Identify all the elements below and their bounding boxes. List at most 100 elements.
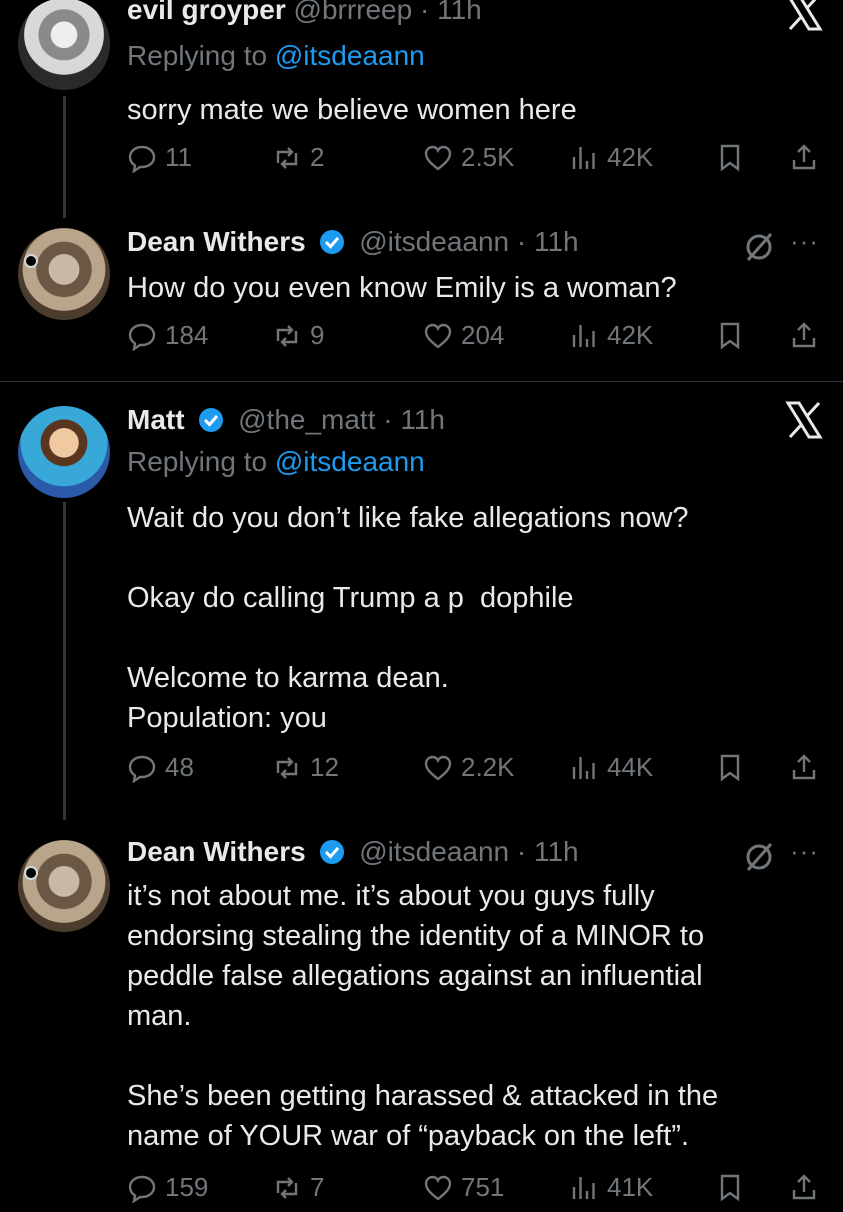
views-icon — [572, 756, 595, 779]
post-header: Dean Withers @itsdeaann · 11h — [127, 836, 579, 868]
bookmark-icon — [720, 144, 740, 172]
author-name[interactable]: evil groyper — [127, 0, 286, 25]
views-button[interactable]: 44K — [569, 752, 653, 783]
avatar[interactable] — [18, 840, 110, 932]
like-button[interactable]: 204 — [423, 320, 504, 351]
like-button[interactable]: 2.2K — [423, 752, 515, 783]
text-line: Wait do you don’t like fake allegations … — [127, 502, 689, 534]
post-text: Wait do you don’t like fake allegations … — [127, 498, 807, 738]
views-icon — [572, 1176, 595, 1199]
replying-to-link[interactable]: @itsdeaann — [275, 446, 425, 477]
like-icon — [424, 1175, 452, 1201]
post-dean-withers-1[interactable]: Dean Withers @itsdeaann · 11h ··· How do… — [0, 220, 843, 380]
share-icon — [792, 322, 816, 348]
repost-button[interactable]: 12 — [272, 752, 339, 783]
reply-count: 48 — [165, 752, 194, 782]
action-bar: 11 2 2.5K 42K — [127, 142, 827, 182]
reply-count: 159 — [165, 1172, 209, 1202]
views-button[interactable]: 42K — [569, 142, 653, 173]
bookmark-button[interactable] — [715, 752, 753, 782]
thread-line — [63, 502, 66, 820]
more-options-icon[interactable]: ··· — [790, 836, 819, 867]
post-dean-withers-2[interactable]: Dean Withers @itsdeaann · 11h ··· it’s n… — [0, 830, 843, 1203]
divider — [0, 381, 843, 382]
avatar[interactable] — [18, 406, 110, 498]
share-button[interactable] — [789, 142, 827, 172]
replying-to-link[interactable]: @itsdeaann — [275, 40, 425, 71]
share-icon — [792, 144, 816, 170]
more-options-icon[interactable]: ··· — [790, 226, 819, 257]
like-button[interactable]: 751 — [423, 1172, 504, 1203]
bookmark-button[interactable] — [715, 320, 753, 350]
like-button[interactable]: 2.5K — [423, 142, 515, 173]
post-header: Matt @the_matt · 11h — [127, 404, 445, 436]
bookmark-button[interactable] — [715, 142, 753, 172]
like-icon — [424, 145, 452, 171]
share-button[interactable] — [789, 752, 827, 782]
bookmark-button[interactable] — [715, 1172, 753, 1202]
grok-icon[interactable] — [742, 230, 776, 264]
reply-icon — [128, 755, 156, 783]
reply-button[interactable]: 48 — [127, 752, 194, 783]
reply-button[interactable]: 11 — [127, 142, 192, 173]
author-handle[interactable]: @itsdeaann — [359, 836, 509, 867]
like-count: 751 — [461, 1172, 505, 1202]
post-time[interactable]: · 11h — [517, 226, 579, 257]
author-name[interactable]: Matt — [127, 404, 185, 435]
share-button[interactable] — [789, 320, 827, 350]
reply-icon — [128, 145, 156, 173]
share-icon — [792, 1174, 816, 1200]
story-ring — [24, 866, 38, 880]
repost-button[interactable]: 9 — [272, 320, 324, 351]
author-handle[interactable]: @itsdeaann — [359, 226, 509, 257]
text-line: man. — [127, 1000, 192, 1032]
views-icon — [572, 324, 595, 347]
repost-icon — [276, 324, 298, 347]
author-name[interactable]: Dean Withers — [127, 226, 306, 257]
post-header: evil groyper @brrreep · 11h — [127, 0, 482, 26]
repost-icon — [276, 756, 298, 779]
like-icon — [424, 755, 452, 781]
repost-icon — [276, 146, 298, 169]
replying-to-prefix: Replying to — [127, 40, 268, 71]
avatar[interactable] — [18, 0, 110, 90]
text-line: Welcome to karma dean. — [127, 662, 449, 694]
repost-button[interactable]: 2 — [272, 142, 324, 173]
grok-icon[interactable] — [742, 840, 776, 874]
views-button[interactable]: 42K — [569, 320, 653, 351]
views-count: 44K — [607, 752, 654, 782]
views-count: 41K — [607, 1172, 654, 1202]
post-time[interactable]: · 11h — [383, 404, 445, 435]
bookmark-icon — [720, 1174, 740, 1202]
author-handle[interactable]: @the_matt — [238, 404, 375, 435]
repost-icon — [276, 1176, 298, 1199]
text-line: it’s not about me. it’s about you guys f… — [127, 880, 655, 912]
like-icon — [424, 323, 452, 349]
action-bar: 48 12 2.2K 44K — [127, 752, 827, 792]
post-evil-groyper[interactable]: evil groyper @brrreep · 11h Replying to … — [0, 0, 843, 220]
reply-button[interactable]: 184 — [127, 320, 208, 351]
replying-to-prefix: Replying to — [127, 446, 268, 477]
post-time[interactable]: · 11h — [517, 836, 579, 867]
repost-count: 7 — [310, 1172, 325, 1202]
replying-to: Replying to @itsdeaann — [127, 40, 425, 72]
repost-count: 12 — [310, 752, 339, 782]
avatar[interactable] — [18, 228, 110, 320]
views-button[interactable]: 41K — [569, 1172, 653, 1203]
post-matt[interactable]: Matt @the_matt · 11h Replying to @itsdea… — [0, 390, 843, 820]
share-button[interactable] — [789, 1172, 827, 1202]
author-name[interactable]: Dean Withers — [127, 836, 306, 867]
text-line — [127, 538, 807, 578]
action-bar: 184 9 204 42K — [127, 320, 827, 360]
action-bar: 159 7 751 41K — [127, 1172, 827, 1212]
story-ring — [24, 254, 38, 268]
repost-button[interactable]: 7 — [272, 1172, 324, 1203]
text-line: Okay do calling Trump a p dophile — [127, 582, 574, 614]
verified-badge-icon — [320, 840, 345, 864]
bookmark-icon — [720, 754, 740, 782]
text-line: peddle false allegations against an infl… — [127, 960, 703, 992]
author-handle[interactable]: @brrreep — [294, 0, 413, 25]
verified-badge-icon — [320, 230, 345, 254]
reply-button[interactable]: 159 — [127, 1172, 208, 1203]
post-time[interactable]: · 11h — [420, 0, 482, 25]
